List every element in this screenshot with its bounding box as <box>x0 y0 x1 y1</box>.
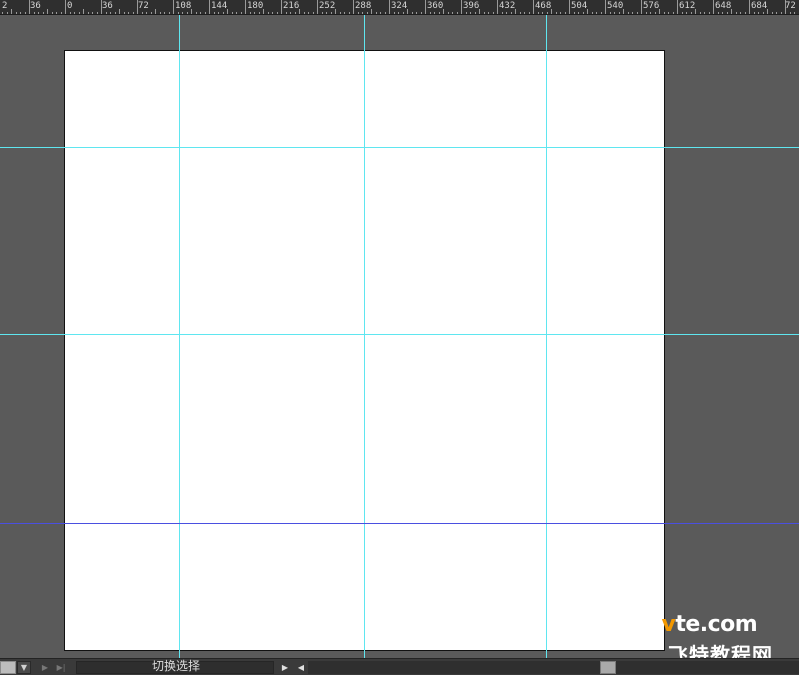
ruler-label: 504 <box>571 1 588 11</box>
horizontal-ruler[interactable]: 2 36 0 36 72 108 144 180 216 252 288 324… <box>0 0 799 15</box>
ruler-label: 2 <box>2 1 8 11</box>
ruler-label: 0 <box>67 1 73 11</box>
ruler-label: 36 <box>30 1 41 11</box>
zoom-field[interactable] <box>0 661 16 674</box>
ruler-label: 72 <box>785 1 796 11</box>
scrollbar-thumb[interactable] <box>600 661 616 674</box>
ruler-label: 180 <box>247 1 264 11</box>
ruler-label: 108 <box>175 1 192 11</box>
ruler-label: 216 <box>283 1 300 11</box>
watermark-logo: fevte.com 飞特教程网 <box>632 612 792 667</box>
artboard[interactable] <box>64 50 665 651</box>
status-text: 切换选择 <box>152 659 201 673</box>
ruler-label: 36 <box>102 1 113 11</box>
ruler-label: 684 <box>751 1 768 11</box>
ruler-label: 324 <box>391 1 408 11</box>
ruler-label: 360 <box>427 1 444 11</box>
ruler-label: 612 <box>679 1 696 11</box>
ruler-label: 144 <box>211 1 228 11</box>
watermark-domain: fevte.com <box>638 612 758 637</box>
chevron-down-icon[interactable]: ▼ <box>17 661 31 674</box>
last-icon[interactable]: ▶| <box>54 661 68 674</box>
ruler-label: 432 <box>499 1 516 11</box>
ruler-label: 468 <box>535 1 552 11</box>
ruler-label: 288 <box>355 1 372 11</box>
ruler-label: 72 <box>138 1 149 11</box>
illustrator-window: 2 36 0 36 72 108 144 180 216 252 288 324… <box>0 0 799 675</box>
ruler-label: 576 <box>643 1 660 11</box>
ruler-label: 648 <box>715 1 732 11</box>
ruler-label: 396 <box>463 1 480 11</box>
horizontal-scrollbar[interactable] <box>308 661 799 674</box>
ruler-label: 252 <box>319 1 336 11</box>
pasteboard[interactable] <box>0 15 799 658</box>
arrow-left-icon[interactable]: ◀ <box>295 661 307 674</box>
next-icon[interactable]: ▶ <box>38 661 52 674</box>
play-icon[interactable]: ▶ <box>278 661 292 674</box>
ruler-label: 540 <box>607 1 624 11</box>
status-bar: ▼ ▶ ▶| 切换选择 ▶ ◀ <box>0 658 799 675</box>
